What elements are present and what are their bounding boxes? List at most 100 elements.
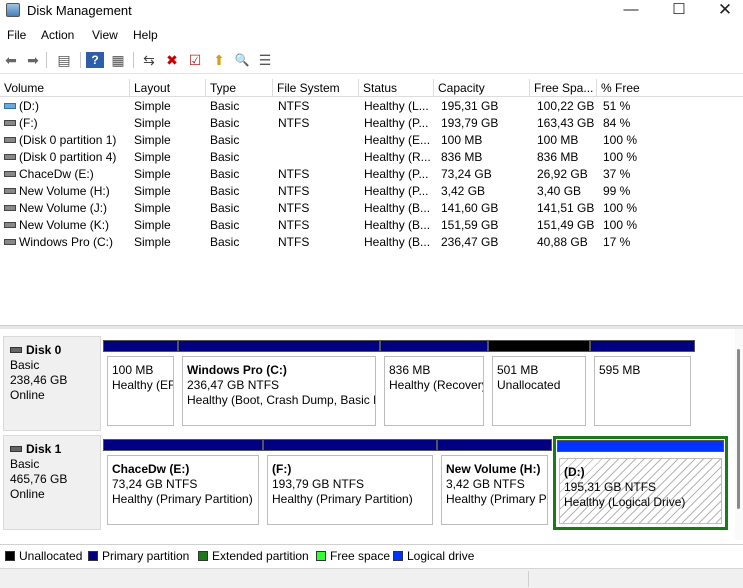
partition-size: 193,79 GB NTFS	[272, 477, 365, 491]
volume-percent-free: 17 %	[603, 235, 631, 249]
volume-file-system: NTFS	[278, 167, 310, 181]
volume-percent-free: 100 %	[603, 201, 638, 215]
scrollbar-thumb[interactable]	[737, 349, 740, 509]
volume-name-text: (D:)	[19, 99, 39, 113]
volume-free-space: 100,22 GB	[537, 99, 595, 113]
unallocated-bar	[488, 340, 590, 352]
minimize-button[interactable]: —	[608, 0, 654, 22]
legend-swatch	[198, 550, 208, 561]
title-bar: Disk Management — ☐ ✕	[0, 0, 743, 22]
volume-row[interactable]: ChaceDw (E:) Simple Basic NTFS Healthy (…	[0, 166, 743, 183]
volume-row[interactable]: (D:) Simple Basic NTFS Healthy (L... 195…	[0, 98, 743, 115]
partition-name: Windows Pro (C:)	[187, 363, 287, 377]
volume-row[interactable]: New Volume (J:) Simple Basic NTFS Health…	[0, 200, 743, 217]
volume-name-text: Windows Pro (C:)	[19, 235, 114, 249]
column-header-type[interactable]: Type	[206, 79, 273, 97]
console-tree-icon[interactable]: ▤	[55, 51, 73, 69]
volume-type: Basic	[210, 201, 240, 215]
menu-action[interactable]: Action	[41, 28, 74, 42]
checklist-icon[interactable]: ☑	[186, 51, 204, 69]
maximize-button[interactable]: ☐	[656, 0, 702, 22]
column-header-capacity[interactable]: Capacity	[434, 79, 530, 97]
disk-0-partition-c[interactable]: Windows Pro (C:) 236,47 GB NTFS Healthy …	[178, 340, 380, 428]
volume-file-system: NTFS	[278, 184, 310, 198]
column-header-volume[interactable]: Volume	[0, 79, 130, 97]
partition-size: 100 MB	[112, 363, 154, 377]
legend-item-primary-partition: Primary partition	[88, 549, 189, 563]
volume-name-text: (Disk 0 partition 1)	[19, 133, 117, 147]
disk-1-name: Disk 1	[26, 442, 62, 456]
partition-name: New Volume (H:)	[446, 462, 541, 476]
volume-free-space: 26,92 GB	[537, 167, 588, 181]
disk-management-app-icon	[6, 3, 20, 17]
volume-capacity: 195,31 GB	[441, 99, 499, 113]
column-header-free-space[interactable]: Free Spa...	[530, 79, 597, 97]
volume-free-space: 151,49 GB	[537, 218, 595, 232]
properties-icon[interactable]: ▦	[109, 51, 127, 69]
back-arrow-icon[interactable]: ⬅	[2, 51, 20, 69]
volume-name: (F:)	[4, 115, 130, 132]
volume-row[interactable]: (F:) Simple Basic NTFS Healthy (P... 193…	[0, 115, 743, 132]
toolbar-separator	[133, 52, 134, 68]
volume-status: Healthy (P...	[364, 184, 429, 198]
partition-name: (F:)	[272, 462, 292, 476]
delete-icon[interactable]: ✖	[163, 51, 181, 69]
volume-row[interactable]: Windows Pro (C:) Simple Basic NTFS Healt…	[0, 234, 743, 251]
primary-partition-bar	[178, 340, 380, 352]
disk-1-logical-drive-d[interactable]: (D:) 195,31 GB NTFS Healthy (Logical Dri…	[553, 436, 728, 530]
column-header-percent-free[interactable]: % Free	[597, 79, 743, 97]
menu-view[interactable]: View	[92, 28, 118, 42]
list-icon[interactable]: ☰	[256, 51, 274, 69]
volume-percent-free: 100 %	[603, 150, 638, 164]
disk-1-partition-e[interactable]: ChaceDw (E:) 73,24 GB NTFS Healthy (Prim…	[103, 439, 263, 527]
menu-file[interactable]: File	[7, 28, 26, 42]
column-header-file-system[interactable]: File System	[273, 79, 359, 97]
volume-status: Healthy (B...	[364, 201, 431, 215]
legend-swatch	[88, 550, 98, 561]
legend-item-unallocated: Unallocated	[5, 549, 82, 563]
legend: Unallocated Primary partition Extended p…	[0, 544, 743, 566]
partition-body: New Volume (H:) 3,42 GB NTFS Healthy (Pr…	[441, 455, 548, 525]
volume-capacity: 236,47 GB	[441, 235, 499, 249]
forward-arrow-icon[interactable]: ➡	[24, 51, 42, 69]
partition-status: Healthy (Primary Partition)	[272, 492, 413, 506]
volume-free-space: 3,40 GB	[537, 184, 582, 198]
connect-icon[interactable]: ⇆	[140, 51, 158, 69]
help-icon[interactable]: ?	[86, 52, 104, 68]
disk-0-info[interactable]: Disk 0 Basic 238,46 GB Online	[3, 336, 101, 431]
menu-help[interactable]: Help	[133, 28, 158, 42]
disk-0-unallocated[interactable]: 501 MB Unallocated	[488, 340, 590, 428]
legend-item-free-space: Free space	[316, 549, 390, 563]
status-bar	[0, 568, 743, 588]
up-folder-icon[interactable]: ⬆	[210, 51, 228, 69]
disk-0-partition-595mb[interactable]: 595 MB	[590, 340, 695, 428]
primary-partition-bar	[103, 340, 178, 352]
disk-1-type: Basic	[10, 457, 40, 471]
volume-free-space: 40,88 GB	[537, 235, 588, 249]
column-header-layout[interactable]: Layout	[130, 79, 206, 97]
volume-row[interactable]: New Volume (H:) Simple Basic NTFS Health…	[0, 183, 743, 200]
disk-1-info[interactable]: Disk 1 Basic 465,76 GB Online	[3, 435, 101, 530]
volume-list: Volume Layout Type File System Status Ca…	[0, 79, 743, 323]
search-icon[interactable]: 🔍	[233, 51, 251, 69]
disk-1-partition-f[interactable]: (F:) 193,79 GB NTFS Healthy (Primary Par…	[263, 439, 437, 527]
partition-size: 3,42 GB NTFS	[446, 477, 525, 491]
volume-percent-free: 37 %	[603, 167, 631, 181]
close-button[interactable]: ✕	[702, 0, 743, 22]
volume-name: (D:)	[4, 98, 130, 115]
disk-1-size: 465,76 GB	[10, 472, 68, 486]
disk-1-partition-h[interactable]: New Volume (H:) 3,42 GB NTFS Healthy (Pr…	[437, 439, 552, 527]
disk-icon	[10, 346, 22, 353]
disk-0-partition-efi[interactable]: 100 MB Healthy (EF	[103, 340, 178, 428]
disk-0-partition-recovery[interactable]: 836 MB Healthy (Recovery	[380, 340, 488, 428]
volume-row[interactable]: New Volume (K:) Simple Basic NTFS Health…	[0, 217, 743, 234]
partition-body: Windows Pro (C:) 236,47 GB NTFS Healthy …	[182, 356, 376, 426]
partition-body: 100 MB Healthy (EF	[107, 356, 174, 426]
graphical-view-scrollbar[interactable]	[735, 329, 743, 540]
volume-row[interactable]: (Disk 0 partition 1) Simple Basic Health…	[0, 132, 743, 149]
column-header-status[interactable]: Status	[359, 79, 434, 97]
volume-status: Healthy (R...	[364, 150, 431, 164]
volume-row[interactable]: (Disk 0 partition 4) Simple Basic Health…	[0, 149, 743, 166]
volume-capacity: 151,59 GB	[441, 218, 499, 232]
partition-name: (D:)	[564, 465, 585, 479]
